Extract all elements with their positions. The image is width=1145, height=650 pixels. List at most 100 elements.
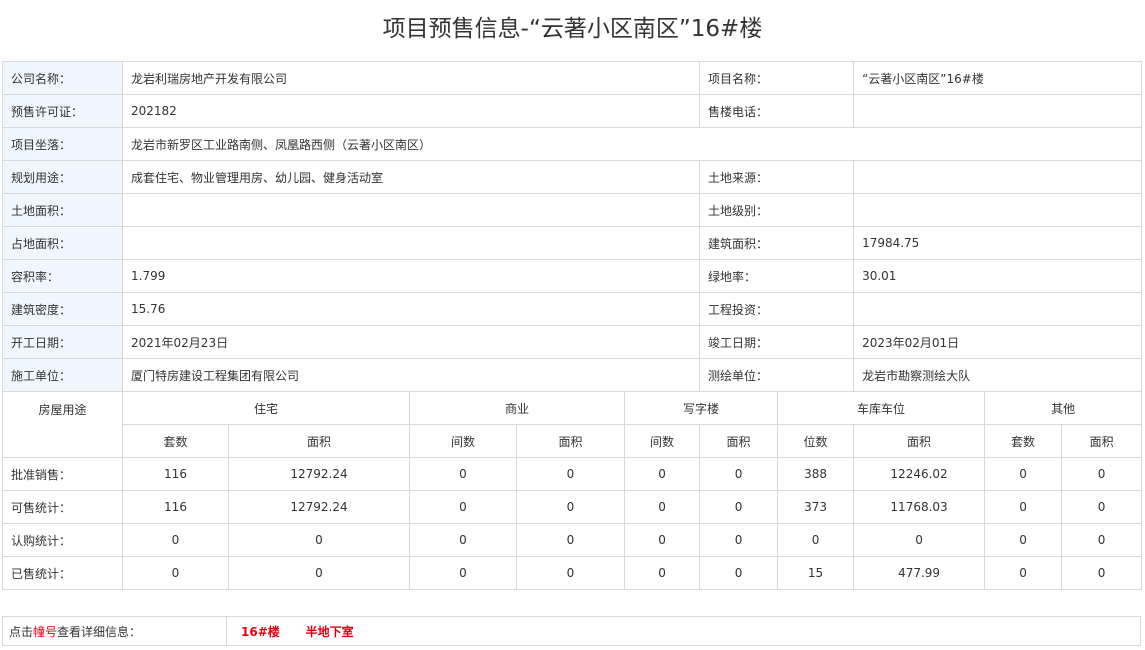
info-row: 容积率： 1.799 绿地率： 30.01: [2, 259, 1143, 293]
permit-value: 202182: [121, 94, 701, 128]
location-value: 龙岩市新罗区工业路南侧、凤凰路西侧（云著小区南区）: [121, 127, 1143, 161]
stats-row-subscribed: 认购统计： 0 0 0 0 0 0 0 0 0 0: [2, 523, 1143, 557]
stat-cell: 0: [623, 523, 701, 557]
group-residential: 住宅: [122, 391, 410, 425]
footprint-value: [121, 226, 701, 260]
info-row: 公司名称： 龙岩利瑞房地产开发有限公司 项目名称： “云著小区南区”16#楼: [2, 61, 1143, 95]
footer-suffix: 查看详细信息：: [57, 624, 142, 639]
stat-cell: 12792.24: [228, 490, 410, 524]
building-links-table: 点击幢号查看详细信息： 16#楼 半地下室: [2, 616, 1141, 646]
info-row: 项目坐落： 龙岩市新罗区工业路南侧、凤凰路西侧（云著小区南区）: [2, 127, 1143, 161]
builder-value: 厦门特房建设工程集团有限公司: [121, 358, 701, 392]
surveyor-value: 龙岩市勘察测绘大队: [853, 358, 1143, 392]
stat-cell: 0: [409, 523, 517, 557]
footprint-label: 占地面积：: [2, 226, 123, 260]
info-row: 土地面积： 土地级别：: [2, 193, 1143, 227]
presale-info-table: 公司名称： 龙岩利瑞房地产开发有限公司 项目名称： “云著小区南区”16#楼 预…: [2, 61, 1143, 590]
build-area-value: 17984.75: [853, 226, 1143, 260]
stats-row-available: 可售统计： 116 12792.24 0 0 0 0 373 11768.03 …: [2, 490, 1143, 524]
stat-cell: 0: [699, 556, 779, 590]
building-link-16[interactable]: 16#楼: [241, 625, 280, 639]
stat-cell: 15: [777, 556, 855, 590]
stat-cell: 0: [984, 523, 1063, 557]
row-label: 认购统计：: [2, 523, 123, 557]
subheader: 位数: [777, 424, 855, 458]
stat-cell: 116: [122, 490, 229, 524]
subheader: 面积: [516, 424, 625, 458]
stat-cell: 0: [984, 457, 1063, 491]
subheader: 面积: [853, 424, 986, 458]
stat-cell: 0: [623, 556, 701, 590]
start-date-value: 2021年02月23日: [121, 325, 701, 359]
stat-cell: 0: [699, 523, 779, 557]
stat-cell: 0: [1061, 457, 1143, 491]
land-area-label: 土地面积：: [2, 193, 123, 227]
stat-cell: 12246.02: [853, 457, 986, 491]
plot-ratio-label: 容积率：: [2, 259, 123, 293]
stat-cell: 0: [516, 457, 625, 491]
stat-cell: 0: [409, 457, 517, 491]
land-source-value: [853, 160, 1143, 194]
land-source-label: 土地来源：: [699, 160, 855, 194]
stat-cell: 11768.03: [853, 490, 986, 524]
stat-cell: 0: [409, 490, 517, 524]
investment-label: 工程投资：: [699, 292, 855, 326]
info-row: 预售许可证： 202182 售楼电话：: [2, 94, 1143, 128]
building-links-label: 点击幢号查看详细信息：: [2, 616, 227, 646]
stats-row-sold: 已售统计： 0 0 0 0 0 0 15 477.99 0 0: [2, 556, 1143, 590]
stat-cell: 0: [699, 457, 779, 491]
build-area-label: 建筑面积：: [699, 226, 855, 260]
phone-label: 售楼电话：: [699, 94, 855, 128]
footer-highlight: 幢号: [33, 624, 58, 639]
row-label: 已售统计：: [2, 556, 123, 590]
usage-value: 成套住宅、物业管理用房、幼儿园、健身活动室: [121, 160, 701, 194]
usage-header: 房屋用途: [2, 391, 123, 458]
stat-cell: 0: [122, 523, 229, 557]
location-label: 项目坐落：: [2, 127, 123, 161]
stat-cell: 477.99: [853, 556, 986, 590]
stat-cell: 0: [122, 556, 229, 590]
stat-cell: 0: [623, 490, 701, 524]
subheader: 套数: [984, 424, 1063, 458]
stat-cell: 388: [777, 457, 855, 491]
land-level-label: 土地级别：: [699, 193, 855, 227]
land-level-value: [853, 193, 1143, 227]
stat-cell: 0: [409, 556, 517, 590]
usage-label: 规划用途：: [2, 160, 123, 194]
stat-cell: 12792.24: [228, 457, 410, 491]
stats-row-approved: 批准销售： 116 12792.24 0 0 0 0 388 12246.02 …: [2, 457, 1143, 491]
builder-label: 施工单位：: [2, 358, 123, 392]
phone-value: [853, 94, 1143, 128]
building-link-basement[interactable]: 半地下室: [306, 625, 354, 639]
green-ratio-value: 30.01: [853, 259, 1143, 293]
info-row: 施工单位： 厦门特房建设工程集团有限公司 测绘单位： 龙岩市勘察测绘大队: [2, 358, 1143, 392]
project-name-value: “云著小区南区”16#楼: [853, 61, 1143, 95]
stat-cell: 0: [1061, 556, 1143, 590]
stat-cell: 0: [1061, 523, 1143, 557]
footer-prefix: 点击: [9, 624, 34, 639]
subheader: 面积: [228, 424, 410, 458]
stats-subheader-row: 套数 面积 间数 面积 间数 面积 位数 面积 套数 面积: [3, 424, 1143, 458]
land-area-value: [121, 193, 701, 227]
stat-cell: 0: [516, 523, 625, 557]
page-title: 项目预售信息-“云著小区南区”16#楼: [382, 16, 763, 42]
density-value: 15.76: [121, 292, 701, 326]
info-row: 规划用途： 成套住宅、物业管理用房、幼儿园、健身活动室 土地来源：: [2, 160, 1143, 194]
stat-cell: 0: [984, 490, 1063, 524]
subheader: 面积: [1061, 424, 1143, 458]
info-row: 建筑密度： 15.76 工程投资：: [2, 292, 1143, 326]
stat-cell: 0: [623, 457, 701, 491]
density-label: 建筑密度：: [2, 292, 123, 326]
investment-value: [853, 292, 1143, 326]
company-label: 公司名称：: [2, 61, 123, 95]
finish-date-label: 竣工日期：: [699, 325, 855, 359]
plot-ratio-value: 1.799: [121, 259, 701, 293]
building-links-cell: 16#楼 半地下室: [226, 616, 1141, 646]
stat-cell: 0: [228, 556, 410, 590]
row-label: 可售统计：: [2, 490, 123, 524]
info-row: 开工日期： 2021年02月23日 竣工日期： 2023年02月01日: [2, 325, 1143, 359]
stat-cell: 0: [699, 490, 779, 524]
subheader: 套数: [122, 424, 229, 458]
stat-cell: 0: [228, 523, 410, 557]
stat-cell: 116: [122, 457, 229, 491]
